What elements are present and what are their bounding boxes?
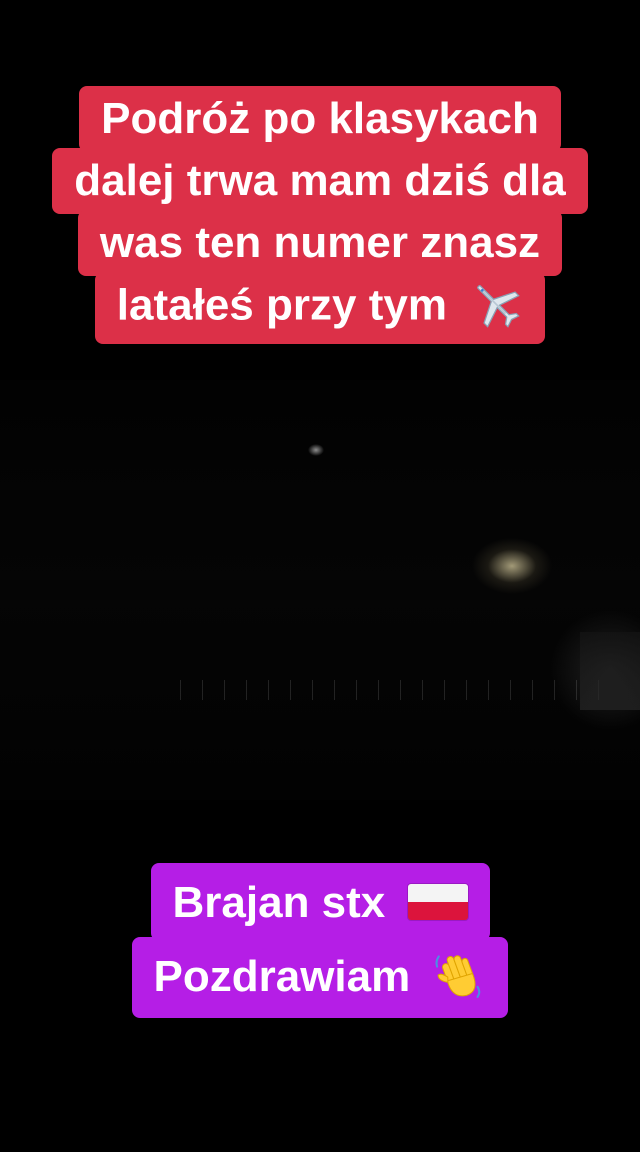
video-screen[interactable]: Podróż po klasykach dalej trwa mam dziś … [0, 0, 640, 1152]
top-caption-line-1: Podróż po klasykach [79, 86, 561, 152]
waving-hand-icon [435, 955, 481, 999]
bottom-caption-line-1: Brajan stx [150, 863, 490, 941]
bottom-caption: Brajan stx Pozdrawiam [0, 863, 640, 1019]
bottom-caption-text-2: Pozdrawiam [153, 952, 411, 1001]
airplane-icon [477, 285, 520, 328]
top-caption-text-4: latałeś przy tym [116, 280, 447, 330]
top-caption: Podróż po klasykach dalej trwa mam dziś … [0, 86, 640, 344]
top-caption-line-2: dalej trwa mam dziś dla [52, 148, 588, 214]
scene-object [580, 632, 640, 710]
bottom-caption-text-1: Brajan stx [172, 878, 386, 927]
top-caption-text-2: dalej trwa mam dziś dla [74, 156, 566, 205]
top-caption-line-3: was ten numer znasz [77, 210, 563, 276]
dark-video-scene [0, 380, 640, 800]
top-caption-text-1: Podróż po klasykach [101, 94, 539, 143]
bottom-caption-line-2: Pozdrawiam [131, 937, 509, 1019]
top-caption-line-4: latałeś przy tym [94, 272, 546, 344]
poland-flag-icon [407, 884, 468, 921]
top-caption-text-3: was ten numer znasz [99, 218, 541, 267]
distant-lights [180, 680, 610, 700]
